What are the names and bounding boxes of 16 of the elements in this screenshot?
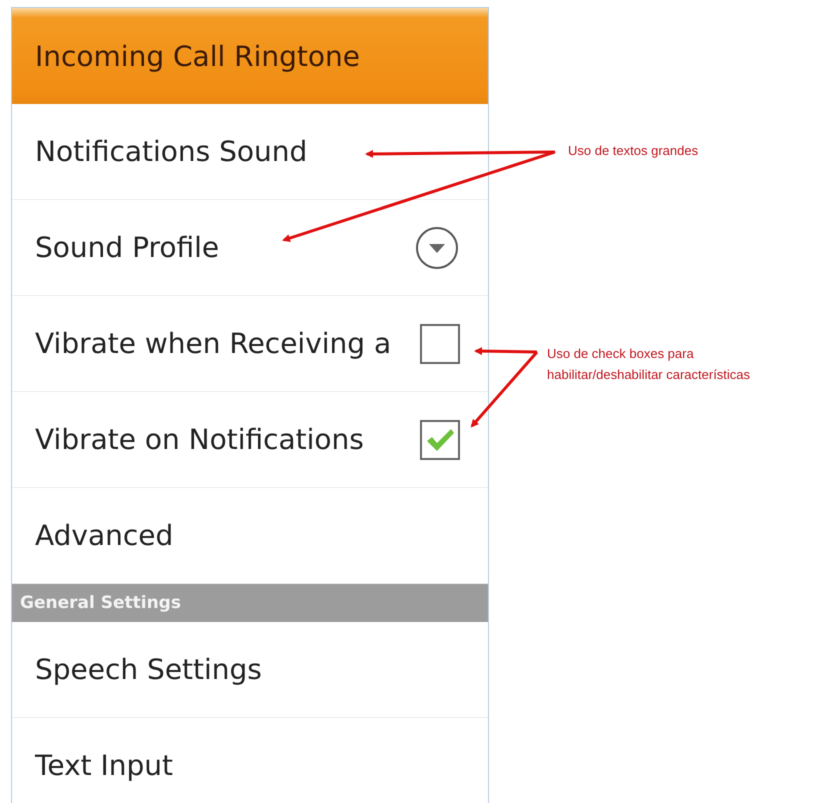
check-icon xyxy=(425,426,455,452)
item-label: Vibrate when Receiving a xyxy=(35,327,392,360)
item-label: Notifications Sound xyxy=(35,135,308,168)
checkbox[interactable] xyxy=(420,324,460,364)
item-label: Sound Profile xyxy=(35,231,220,264)
annotation-note: Uso de textos grandes xyxy=(568,142,700,160)
settings-item[interactable]: Incoming Call Ringtone xyxy=(12,8,488,104)
item-label: Vibrate on Notifications xyxy=(35,423,364,456)
item-label: Text Input xyxy=(35,749,174,782)
annotation-note: Uso de check boxes para habilitar/deshabilitar características xyxy=(547,345,752,384)
checkbox[interactable] xyxy=(420,420,460,460)
item-label: Incoming Call Ringtone xyxy=(35,40,360,72)
item-label: Advanced xyxy=(35,519,174,552)
section-title: General Settings xyxy=(20,593,181,613)
item-label: Speech Settings xyxy=(35,653,262,686)
dropdown-icon[interactable] xyxy=(414,224,460,270)
